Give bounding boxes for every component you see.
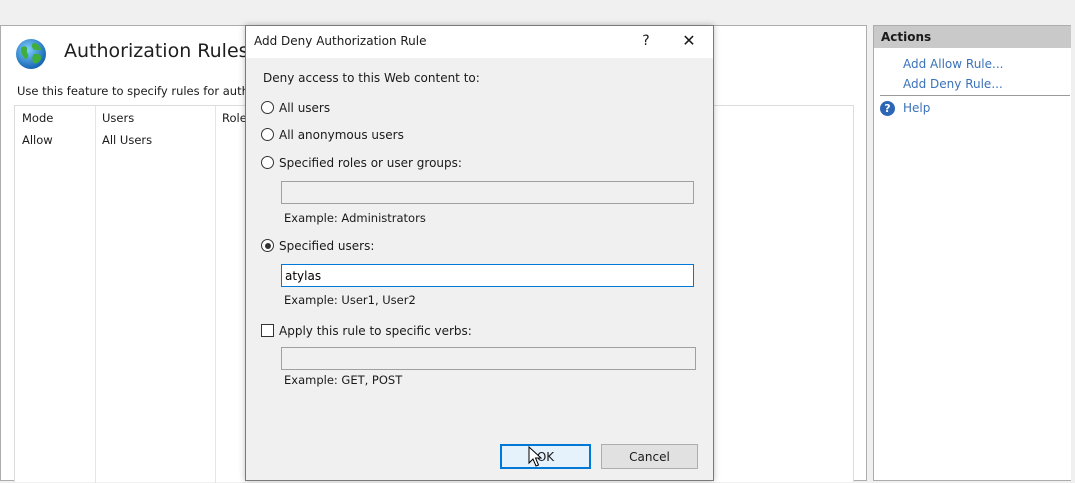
column-divider bbox=[95, 106, 96, 483]
page-title: Authorization Rules bbox=[64, 40, 249, 62]
globe-icon bbox=[16, 39, 46, 69]
row-users-cell[interactable]: All Users bbox=[102, 133, 152, 147]
feature-description: Use this feature to specify rules for au… bbox=[17, 84, 270, 98]
column-header-mode[interactable]: Mode bbox=[22, 111, 53, 125]
radio-anonymous-users-label[interactable]: All anonymous users bbox=[279, 128, 404, 142]
radio-specified-users-label[interactable]: Specified users: bbox=[279, 239, 374, 253]
roles-input[interactable] bbox=[281, 181, 694, 204]
actions-pane: Actions Add Allow Rule... Add Deny Rule.… bbox=[873, 25, 1073, 481]
radio-specified-users[interactable] bbox=[261, 239, 274, 252]
radio-specified-roles-label[interactable]: Specified roles or user groups: bbox=[279, 156, 462, 170]
mouse-pointer-icon bbox=[528, 446, 542, 467]
actions-divider bbox=[880, 95, 1070, 96]
help-icon[interactable]: ? bbox=[880, 101, 895, 116]
ok-button[interactable]: OK bbox=[500, 444, 591, 469]
window-top-strip bbox=[0, 0, 1075, 25]
column-header-users[interactable]: Users bbox=[102, 111, 134, 125]
dialog-titlebar[interactable]: Add Deny Authorization Rule ? ✕ bbox=[246, 26, 713, 58]
column-header-roles[interactable]: Role bbox=[222, 111, 247, 125]
dialog-prompt: Deny access to this Web content to: bbox=[263, 71, 480, 85]
dialog-close-button[interactable]: ✕ bbox=[674, 29, 704, 53]
users-input[interactable] bbox=[281, 264, 694, 287]
verbs-example: Example: GET, POST bbox=[284, 373, 403, 387]
cancel-button[interactable]: Cancel bbox=[601, 444, 698, 469]
actions-header: Actions bbox=[874, 26, 1072, 48]
help-link[interactable]: Help bbox=[903, 101, 930, 115]
radio-specified-roles[interactable] bbox=[261, 156, 274, 169]
add-deny-rule-link[interactable]: Add Deny Rule... bbox=[903, 77, 1003, 91]
radio-all-users[interactable] bbox=[261, 101, 274, 114]
window-edge bbox=[1071, 25, 1075, 481]
verbs-input[interactable] bbox=[281, 347, 696, 370]
radio-all-users-label[interactable]: All users bbox=[279, 101, 330, 115]
add-allow-rule-link[interactable]: Add Allow Rule... bbox=[903, 57, 1003, 71]
users-example: Example: User1, User2 bbox=[284, 293, 416, 307]
row-mode-cell[interactable]: Allow bbox=[22, 133, 53, 147]
dialog-title: Add Deny Authorization Rule bbox=[254, 34, 427, 48]
verbs-checkbox-label[interactable]: Apply this rule to specific verbs: bbox=[279, 324, 472, 338]
add-deny-rule-dialog: Add Deny Authorization Rule ? ✕ Deny acc… bbox=[245, 25, 714, 481]
verbs-checkbox[interactable] bbox=[261, 324, 274, 337]
roles-example: Example: Administrators bbox=[284, 211, 426, 225]
column-divider bbox=[215, 106, 216, 483]
dialog-help-button[interactable]: ? bbox=[631, 29, 661, 53]
radio-anonymous-users[interactable] bbox=[261, 128, 274, 141]
